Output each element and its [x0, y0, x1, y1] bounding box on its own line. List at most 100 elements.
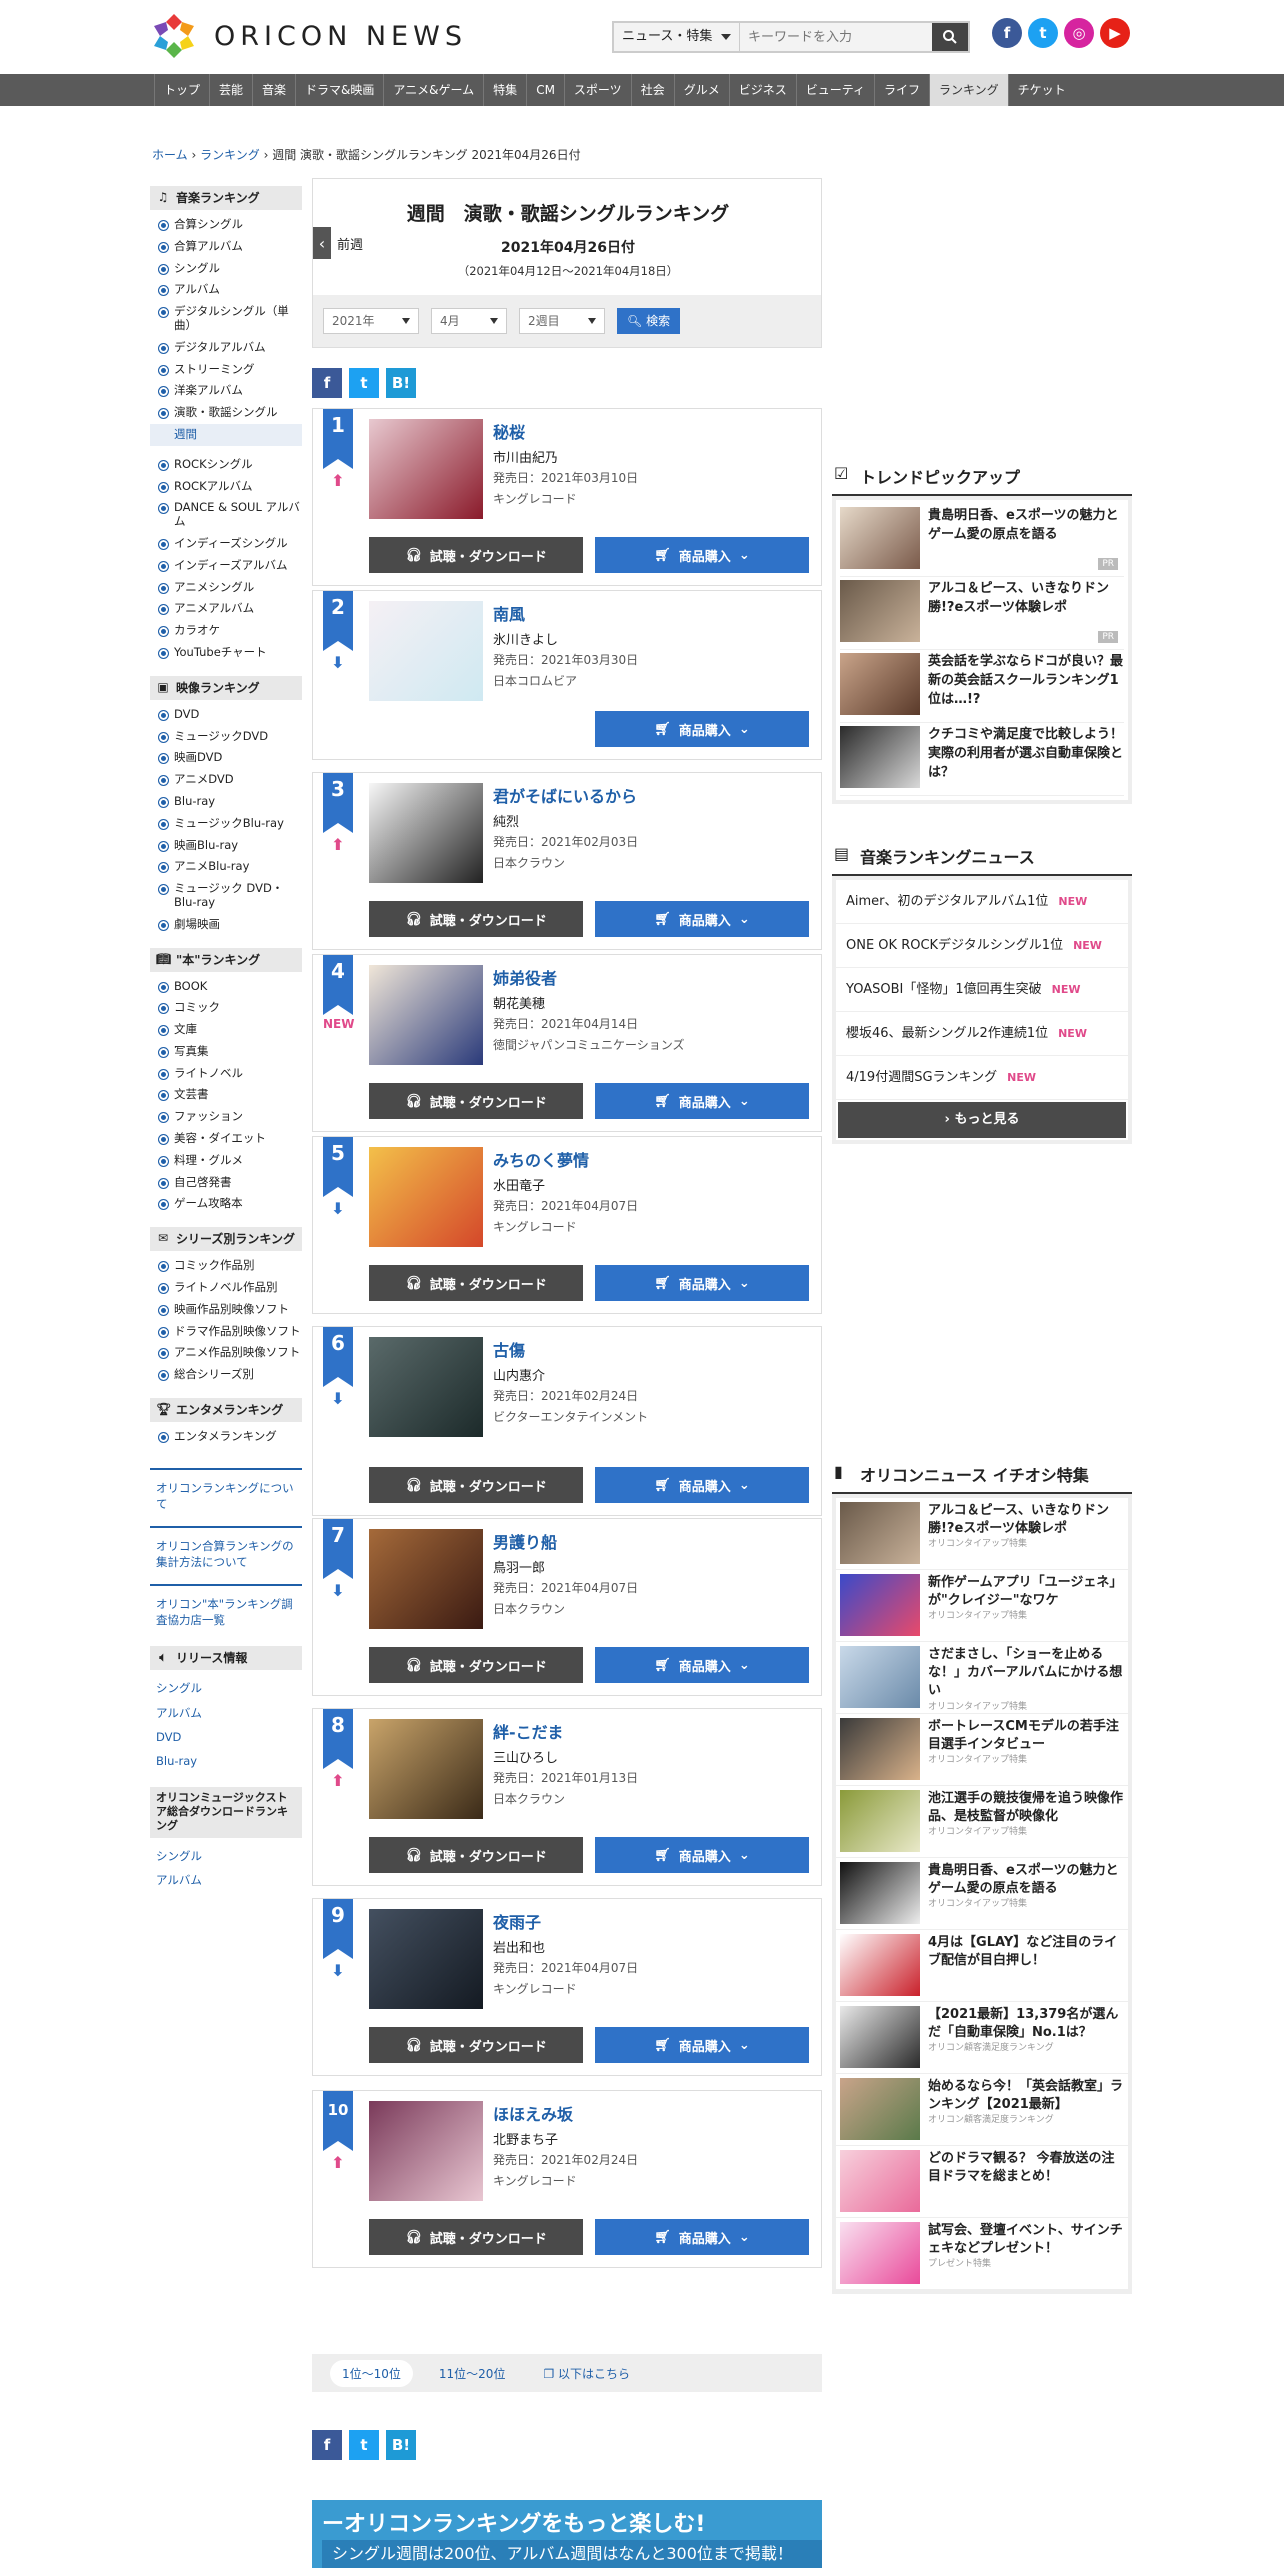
sidebar-link[interactable]: Blu-ray: [150, 1749, 302, 1773]
feature-item[interactable]: ボートレースCMモデルの若手注目選手インタビュー オリコンタイアップ特集: [836, 1714, 1128, 1786]
sidebar-item[interactable]: YouTubeチャート: [150, 642, 302, 664]
sidebar-item[interactable]: 合算シングル: [150, 214, 302, 236]
listen-download-button[interactable]: 🎧︎ 試聴・ダウンロード: [369, 1265, 583, 1301]
buy-button[interactable]: 🛒︎ 商品購入 ⌄: [595, 1467, 809, 1503]
sidebar-item[interactable]: 劇場映画: [150, 914, 302, 936]
sidebar-item[interactable]: カラオケ: [150, 620, 302, 642]
song-title[interactable]: 古傷: [493, 1337, 525, 1361]
page-11-20[interactable]: 11位～20位: [427, 2360, 518, 2387]
sidebar-item[interactable]: ミュージックDVD: [150, 726, 302, 748]
share-hatena-icon[interactable]: B!: [386, 2430, 416, 2460]
album-jacket[interactable]: [369, 965, 483, 1065]
listen-download-button[interactable]: 🎧︎ 試聴・ダウンロード: [369, 1837, 583, 1873]
sidebar-item[interactable]: デジタルシングル（単曲）: [150, 301, 302, 337]
sidebar-link[interactable]: シングル: [150, 1676, 302, 1700]
album-jacket[interactable]: [369, 601, 483, 701]
share-twitter-icon[interactable]: t: [349, 368, 379, 398]
breadcrumb-ranking[interactable]: ランキング: [200, 148, 260, 162]
feature-item[interactable]: 4月は【GLAY】など注目のライブ配信が目白押し！: [836, 1930, 1128, 2002]
sidebar-item[interactable]: 自己啓発書: [150, 1172, 302, 1194]
sidebar-item[interactable]: 文庫: [150, 1019, 302, 1041]
song-title[interactable]: 男護り船: [493, 1529, 557, 1553]
sidebar-item[interactable]: ストリーミング: [150, 359, 302, 381]
sidebar-item[interactable]: アニメ作品別映像ソフト: [150, 1342, 302, 1364]
nav-item[interactable]: ビューティ: [795, 74, 874, 106]
sidebar-item[interactable]: ライトノベル作品別: [150, 1277, 302, 1299]
nav-item[interactable]: ドラマ&映画: [295, 74, 383, 106]
sidebar-item[interactable]: ファッション: [150, 1106, 302, 1128]
news-item[interactable]: YOASOBI「怪物」1億回再生突破 NEW: [836, 968, 1128, 1012]
search-category-select[interactable]: ニュース・特集: [614, 23, 740, 51]
listen-download-button[interactable]: 🎧︎ 試聴・ダウンロード: [369, 2219, 583, 2255]
nav-item[interactable]: ランキング: [929, 74, 1008, 106]
news-item[interactable]: Aimer、初のデジタルアルバム1位 NEW: [836, 880, 1128, 924]
instagram-icon[interactable]: ◎: [1064, 18, 1094, 48]
week-select[interactable]: 2週目: [519, 308, 605, 334]
sidebar-item[interactable]: 総合シリーズ別: [150, 1364, 302, 1386]
sidebar-item[interactable]: Blu-ray: [150, 791, 302, 813]
sidebar-link[interactable]: シングル: [150, 1844, 302, 1868]
nav-item[interactable]: 特集: [483, 74, 526, 106]
album-jacket[interactable]: [369, 1337, 483, 1437]
feature-item[interactable]: さだまさし、「ショーを止めるな！」カバーアルバムにかける想い オリコンタイアップ特…: [836, 1642, 1128, 1714]
trend-item[interactable]: アルコ＆ピース、いきなりドン勝!?eスポーツ体験レポ PR: [840, 577, 1124, 650]
album-jacket[interactable]: [369, 1147, 483, 1247]
buy-button[interactable]: 🛒︎ 商品購入 ⌄: [595, 2219, 809, 2255]
feature-item[interactable]: 【2021最新】13,379名が選んだ「自動車保険」No.1は？ オリコン顧客満足…: [836, 2002, 1128, 2074]
sidebar-item[interactable]: アルバム: [150, 279, 302, 301]
buy-button[interactable]: 🛒︎ 商品購入 ⌄: [595, 711, 809, 747]
album-jacket[interactable]: [369, 2101, 483, 2201]
news-item[interactable]: ONE OK ROCKデジタルシングル1位 NEW: [836, 924, 1128, 968]
news-item[interactable]: 櫻坂46、最新シングル2作連続1位 NEW: [836, 1012, 1128, 1056]
sidebar-item[interactable]: コミック作品別: [150, 1255, 302, 1277]
nav-item[interactable]: CM: [526, 74, 564, 106]
trend-item[interactable]: 貴島明日香、eスポーツの魅力とゲーム愛の原点を語る PR: [840, 504, 1124, 577]
album-jacket[interactable]: [369, 1529, 483, 1629]
album-jacket[interactable]: [369, 419, 483, 519]
nav-item[interactable]: チケット: [1007, 74, 1075, 106]
feature-item[interactable]: どのドラマ観る？ 今春放送の注目ドラマを総まとめ！: [836, 2146, 1128, 2218]
month-select[interactable]: 4月: [431, 308, 507, 334]
sidebar-item[interactable]: アニメBlu-ray: [150, 856, 302, 878]
search-input[interactable]: [740, 23, 932, 51]
sidebar-item[interactable]: 洋楽アルバム: [150, 380, 302, 402]
buy-button[interactable]: 🛒︎ 商品購入 ⌄: [595, 2027, 809, 2063]
oricon-logo[interactable]: ORICON NEWS: [150, 10, 480, 62]
year-select[interactable]: 2021年: [323, 308, 419, 334]
search-button[interactable]: [932, 23, 968, 51]
feature-item[interactable]: アルコ＆ピース、いきなりドン勝!?eスポーツ体験レポ オリコンタイアップ特集: [836, 1498, 1128, 1570]
youtube-icon[interactable]: ▶: [1100, 18, 1130, 48]
sidebar-item[interactable]: ROCKシングル: [150, 454, 302, 476]
sidebar-item[interactable]: ゲーム攻略本: [150, 1193, 302, 1215]
sidebar-item[interactable]: アニメDVD: [150, 769, 302, 791]
share-twitter-icon[interactable]: t: [349, 2430, 379, 2460]
sidebar-item[interactable]: アニメシングル: [150, 577, 302, 599]
promo-banner[interactable]: ーオリコンランキングをもっと楽しむ! シングル週間は200位、アルバム週間はなん…: [312, 2500, 822, 2568]
song-title[interactable]: 夜雨子: [493, 1909, 541, 1933]
sidebar-item[interactable]: DVD: [150, 704, 302, 726]
song-title[interactable]: みちのく夢情: [493, 1147, 589, 1171]
sidebar-item[interactable]: ドラマ作品別映像ソフト: [150, 1321, 302, 1343]
buy-button[interactable]: 🛒︎ 商品購入 ⌄: [595, 1837, 809, 1873]
song-title[interactable]: 君がそばにいるから: [493, 783, 637, 807]
sidebar-item[interactable]: デジタルアルバム: [150, 337, 302, 359]
song-title[interactable]: 絆-こだま: [493, 1719, 563, 1743]
sidebar-item[interactable]: インディーズアルバム: [150, 555, 302, 577]
sidebar-item[interactable]: インディーズシングル: [150, 533, 302, 555]
feature-item[interactable]: 始めるなら今！「英会話教室」ランキング【2021最新】 オリコン顧客満足度ランキン…: [836, 2074, 1128, 2146]
news-item[interactable]: 4/19付週間SGランキング NEW: [836, 1056, 1128, 1100]
nav-item[interactable]: グルメ: [673, 74, 729, 106]
nav-item[interactable]: ライフ: [874, 74, 929, 106]
share-facebook-icon[interactable]: f: [312, 368, 342, 398]
buy-button[interactable]: 🛒︎ 商品購入 ⌄: [595, 1083, 809, 1119]
sidebar-item[interactable]: シングル: [150, 258, 302, 280]
sidebar-item[interactable]: 映画Blu-ray: [150, 835, 302, 857]
nav-item[interactable]: アニメ&ゲーム: [383, 74, 483, 106]
listen-download-button[interactable]: 🎧︎ 試聴・ダウンロード: [369, 1083, 583, 1119]
sidebar-info-link[interactable]: オリコンランキングについて: [150, 1476, 302, 1516]
album-jacket[interactable]: [369, 783, 483, 883]
nav-item[interactable]: 音楽: [252, 74, 295, 106]
listen-download-button[interactable]: 🎧︎ 試聴・ダウンロード: [369, 2027, 583, 2063]
sidebar-item[interactable]: ライトノベル: [150, 1063, 302, 1085]
sidebar-item[interactable]: ミュージック DVD・Blu-ray: [150, 878, 302, 914]
